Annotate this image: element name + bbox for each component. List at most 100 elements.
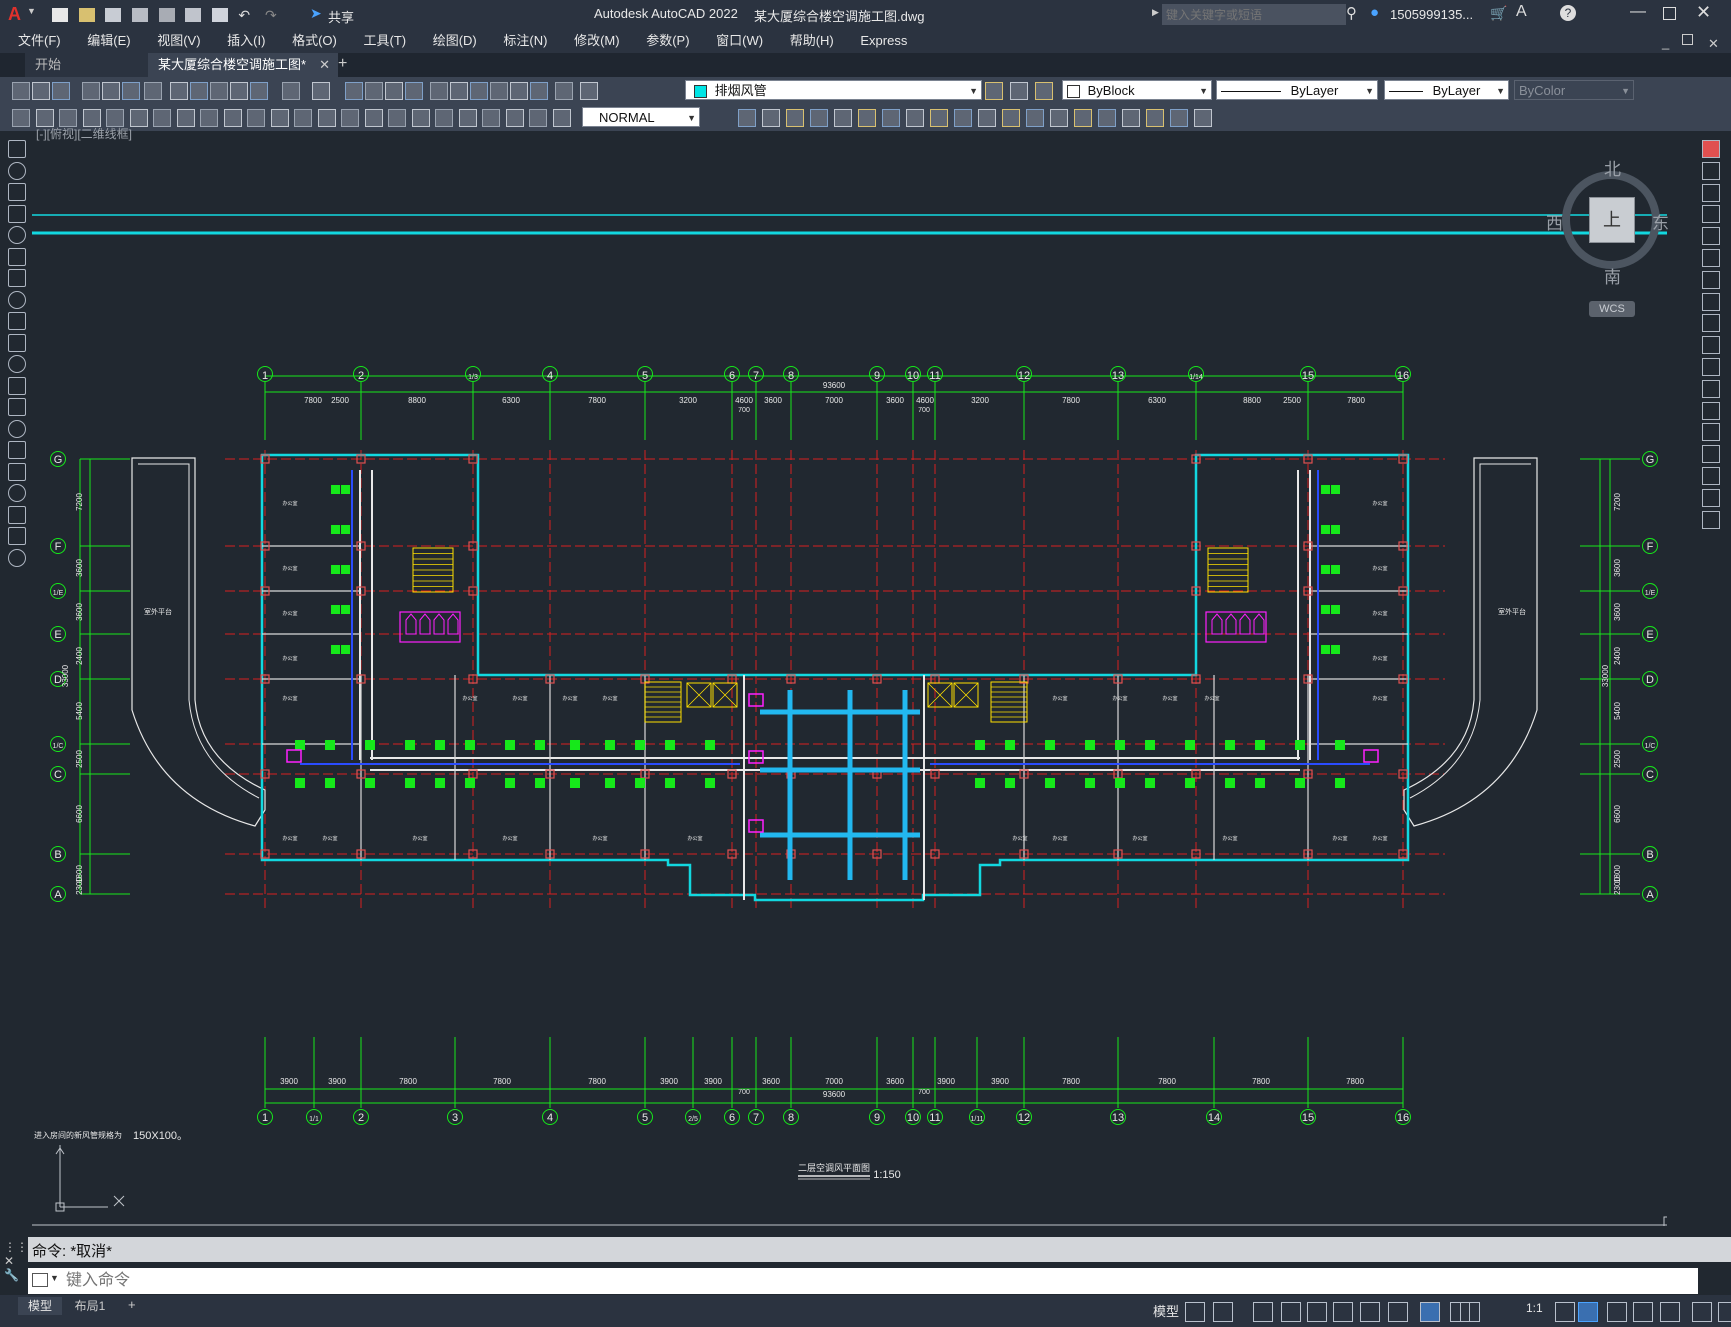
tab-model[interactable]: 模型 xyxy=(18,1297,62,1315)
add-selected-icon[interactable] xyxy=(8,548,26,567)
doc-restore-icon[interactable] xyxy=(1682,34,1693,45)
chamfer-icon[interactable] xyxy=(1050,109,1068,127)
plot-preview-icon[interactable] xyxy=(185,7,202,22)
erase-icon[interactable] xyxy=(738,109,756,127)
menu-draw[interactable]: 绘图(D) xyxy=(433,29,477,53)
undo-icon[interactable]: ↶ xyxy=(238,8,254,22)
menu-edit[interactable]: 编辑(E) xyxy=(87,29,130,53)
tolerance-icon[interactable] xyxy=(318,109,336,127)
open-icon[interactable] xyxy=(32,82,50,100)
polyline-icon[interactable] xyxy=(8,183,26,201)
search-icon[interactable]: ⚲ xyxy=(1346,4,1357,22)
zoom-window-icon[interactable] xyxy=(385,82,403,100)
linear-dim-icon[interactable] xyxy=(12,109,30,127)
command-input[interactable] xyxy=(64,1270,1668,1292)
quick-properties-icon[interactable] xyxy=(1692,1302,1712,1322)
jogged-linear-icon[interactable] xyxy=(388,109,406,127)
multiline-text-icon[interactable] xyxy=(8,527,26,545)
grid-icon[interactable] xyxy=(1185,1302,1205,1322)
share-button[interactable]: 共享 xyxy=(328,7,354,26)
rotate-icon[interactable] xyxy=(1702,270,1720,289)
baseline-dim-icon[interactable] xyxy=(224,109,242,127)
continue-dim-icon[interactable] xyxy=(247,109,265,127)
menu-tools[interactable]: 工具(T) xyxy=(363,29,406,53)
user-icon[interactable]: ● xyxy=(1370,4,1379,21)
linetype-combo[interactable]: ByLayer ▼ xyxy=(1216,80,1378,100)
3d-print-icon[interactable] xyxy=(144,82,162,100)
object-snap-tracking-icon[interactable] xyxy=(1360,1302,1380,1322)
calculator-icon[interactable] xyxy=(530,82,548,100)
block-editor-icon[interactable] xyxy=(250,82,268,100)
layer-walk-icon[interactable] xyxy=(1035,82,1053,100)
offset-icon[interactable] xyxy=(810,109,828,127)
point-icon[interactable] xyxy=(8,419,26,438)
menu-help[interactable]: 帮助(H) xyxy=(790,29,834,53)
redo-icon[interactable]: ↷ xyxy=(265,8,281,22)
autodesk-app-icon[interactable]: A xyxy=(1516,3,1527,21)
menu-modify[interactable]: 修改(M) xyxy=(574,29,620,53)
stretch-icon[interactable] xyxy=(1702,314,1720,333)
menu-parametric[interactable]: 参数(P) xyxy=(646,29,689,53)
draw-order-icon[interactable] xyxy=(1122,109,1140,127)
chamfer-icon[interactable] xyxy=(1702,445,1720,464)
undo-icon[interactable] xyxy=(282,82,300,100)
compass-east[interactable]: 东 xyxy=(1652,209,1669,234)
tab-start[interactable]: 开始 xyxy=(25,53,155,77)
markup-icon[interactable] xyxy=(510,82,528,100)
viewcube[interactable]: 上 北 南 西 东 xyxy=(1546,155,1672,287)
stretch-icon[interactable] xyxy=(930,109,948,127)
save-icon[interactable] xyxy=(52,82,70,100)
save-as-icon[interactable] xyxy=(131,7,148,22)
selection-cycling-icon[interactable] xyxy=(1460,1302,1480,1322)
copy-icon[interactable] xyxy=(190,82,208,100)
cut-icon[interactable] xyxy=(170,82,188,100)
mirror-icon[interactable] xyxy=(786,109,804,127)
save-icon[interactable] xyxy=(105,7,122,22)
scale-icon[interactable] xyxy=(1702,292,1720,311)
scale-icon[interactable] xyxy=(906,109,924,127)
viewcube-top-face[interactable]: 上 xyxy=(1589,197,1635,243)
drawing-canvas[interactable]: [-][俯视][二维线框] 7800 2500 8800 6300 7800 3200 46… xyxy=(32,127,1669,1226)
lineweight-combo[interactable]: ByLayer ▼ xyxy=(1384,80,1509,100)
wcs-menu[interactable]: WCS xyxy=(1589,301,1635,317)
center-mark-icon[interactable] xyxy=(341,109,359,127)
dim-update-icon[interactable] xyxy=(459,109,477,127)
menu-express[interactable]: Express xyxy=(860,29,907,53)
aligned-dim-icon[interactable] xyxy=(529,109,547,127)
arc-length-icon[interactable] xyxy=(553,109,571,127)
move-icon[interactable] xyxy=(1702,249,1720,267)
trim-icon[interactable] xyxy=(1702,336,1720,355)
paste-icon[interactable] xyxy=(210,82,228,100)
isodraft-icon[interactable] xyxy=(1333,1302,1353,1322)
pan-icon[interactable] xyxy=(345,82,363,100)
diameter-dim-icon[interactable] xyxy=(153,109,171,127)
copy-icon[interactable] xyxy=(1702,161,1720,180)
lock-ui-icon[interactable] xyxy=(1718,1302,1731,1322)
layer-isolate-icon[interactable] xyxy=(1010,82,1028,100)
rectangle-icon[interactable] xyxy=(8,226,26,244)
app-logo-icon[interactable]: A xyxy=(8,4,21,25)
units-icon[interactable] xyxy=(1660,1302,1680,1322)
spline-icon[interactable] xyxy=(8,312,26,330)
compass-west[interactable]: 西 xyxy=(1546,209,1563,234)
menu-insert[interactable]: 插入(I) xyxy=(227,29,265,53)
jogged-dim-icon[interactable] xyxy=(130,109,148,127)
revision-cloud-icon[interactable] xyxy=(8,290,26,309)
compass-south[interactable]: 南 xyxy=(1604,263,1621,288)
new-icon[interactable] xyxy=(12,82,30,100)
maximize-icon[interactable] xyxy=(1663,7,1676,20)
dim-edit-icon[interactable] xyxy=(412,109,430,127)
user-name[interactable]: 1505999135... xyxy=(1390,7,1473,22)
search-input[interactable] xyxy=(1162,4,1346,25)
sheet-set-icon[interactable] xyxy=(490,82,508,100)
app-menu-chevron-icon[interactable]: ▼ xyxy=(27,6,36,16)
dim-space-icon[interactable] xyxy=(271,109,289,127)
menu-dimension[interactable]: 标注(N) xyxy=(503,29,547,53)
dimstyle-combo[interactable]: NORMAL ▼ xyxy=(582,107,700,127)
menu-file[interactable]: 文件(F) xyxy=(18,29,61,53)
zoom-previous-icon[interactable] xyxy=(405,82,423,100)
circle-icon[interactable] xyxy=(8,269,26,287)
dim-text-edit-icon[interactable] xyxy=(435,109,453,127)
annotation-monitor-icon[interactable] xyxy=(1633,1302,1653,1322)
quick-dim-icon[interactable] xyxy=(200,109,218,127)
